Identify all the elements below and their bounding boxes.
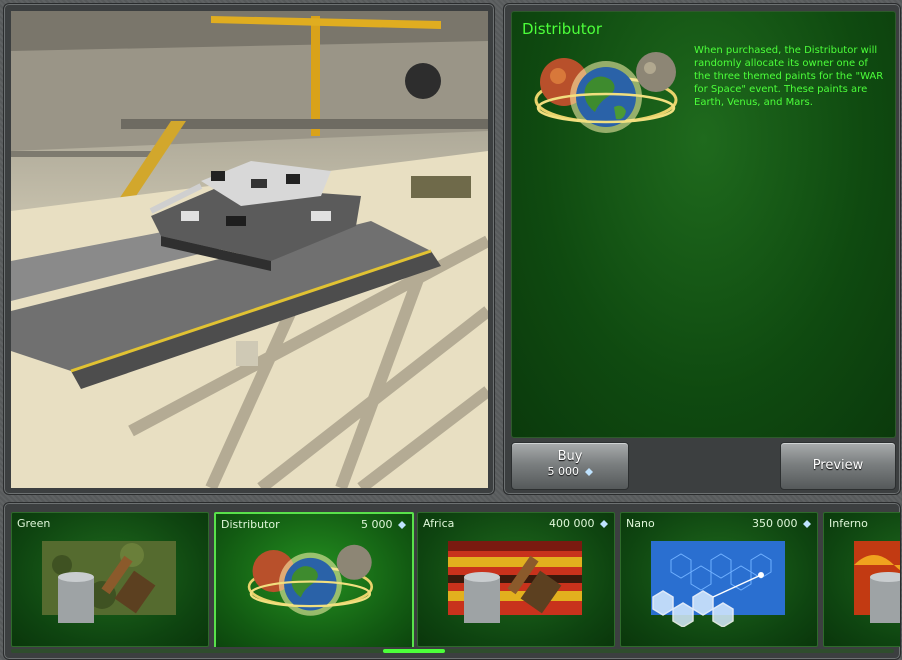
preview-button[interactable]: Preview: [780, 442, 896, 490]
paint-name: Africa: [423, 517, 455, 530]
hangar-scene: [11, 11, 488, 488]
planets-icon: [247, 544, 374, 616]
paint-name: Nano: [626, 517, 655, 530]
carousel-scroll-thumb[interactable]: [383, 649, 445, 653]
buy-button[interactable]: Buy 5 000: [511, 442, 629, 490]
item-description: When purchased, the Distributor will ran…: [694, 45, 884, 108]
paint-price: 400 000: [549, 517, 608, 530]
paint-can-brush-icon: [42, 541, 176, 623]
item-title: Distributor: [522, 20, 603, 38]
fan-icon: [405, 63, 441, 99]
paint-price-value: 400 000: [549, 517, 595, 530]
paint-price-value: 5 000: [361, 518, 393, 531]
paint-card-green[interactable]: Green: [11, 512, 209, 647]
carousel-scrollbar[interactable]: [11, 649, 894, 653]
buy-button-label: Buy: [557, 449, 583, 464]
paint-card-distributor[interactable]: Distributor 5 000: [214, 512, 414, 647]
paint-name: Distributor: [221, 518, 280, 531]
crystal-icon: [584, 468, 593, 476]
hexagon-pattern-icon: [651, 541, 785, 627]
paint-card-africa[interactable]: Africa 400 000: [417, 512, 615, 647]
paint-card-nano[interactable]: Nano 350 000: [620, 512, 818, 647]
paint-carousel-frame: Green Distributor 5 000 Africa 400 000 N…: [3, 502, 901, 660]
planets-icon: [534, 52, 678, 133]
item-info-frame: Distributor When purchased, the Distribu…: [503, 3, 901, 495]
paint-carousel[interactable]: Green Distributor 5 000 Africa 400 000 N…: [11, 512, 900, 647]
crystal-icon: [803, 520, 811, 528]
paint-name: Inferno: [829, 517, 868, 530]
hangar-3d-view[interactable]: [11, 11, 488, 488]
paint-can-brush-icon: [448, 541, 582, 623]
crystal-icon: [398, 521, 406, 529]
paint-card-inferno[interactable]: Inferno: [823, 512, 900, 647]
paint-price: 5 000: [361, 518, 406, 531]
buy-price: 5 000: [512, 465, 628, 478]
paint-name: Green: [17, 517, 51, 530]
crystal-icon: [600, 520, 608, 528]
hangar-preview-frame: [3, 3, 495, 495]
paint-price-value: 350 000: [752, 517, 798, 530]
buy-price-value: 5 000: [547, 465, 580, 478]
paint-price: 350 000: [752, 517, 811, 530]
paint-can-brush-icon: [854, 541, 900, 623]
item-description-panel: Distributor When purchased, the Distribu…: [511, 11, 896, 438]
